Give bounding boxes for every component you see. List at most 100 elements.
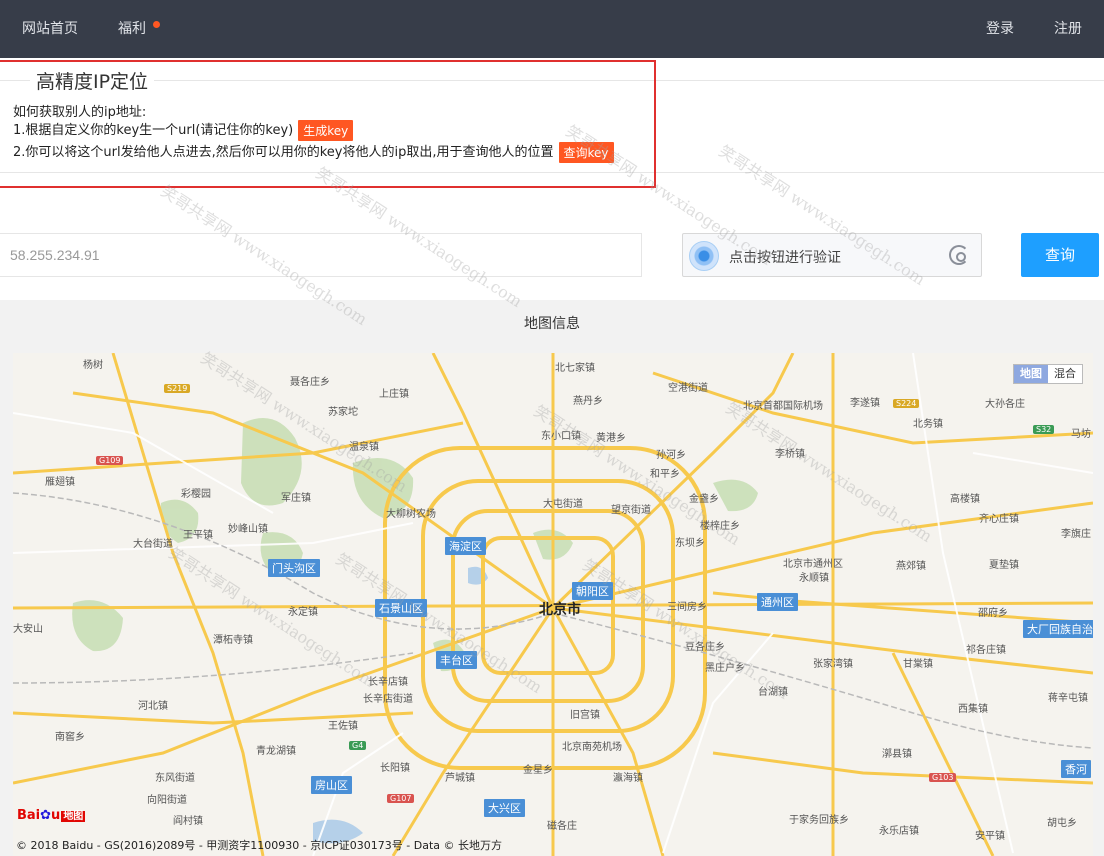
place-label: 夏垫镇 — [989, 560, 1019, 571]
place-label: 王佐镇 — [328, 721, 358, 732]
place-label: 瀛海镇 — [613, 773, 643, 784]
notification-dot — [153, 21, 160, 28]
place-label: 望京街道 — [611, 505, 651, 516]
highway-shield: G109 — [96, 456, 124, 465]
nav-login-link[interactable]: 登录 — [986, 0, 1014, 58]
place-label: 永顺镇 — [799, 573, 829, 584]
ip-input[interactable] — [0, 233, 642, 277]
place-label: 马坊 — [1071, 429, 1091, 440]
highway-shield: G103 — [929, 773, 957, 782]
place-label: 南窖乡 — [55, 732, 85, 743]
place-label: 大屯街道 — [543, 499, 583, 510]
place-label: 齐心庄镇 — [979, 514, 1019, 525]
place-label: 于家务回族乡 — [789, 815, 849, 826]
place-label: 高楼镇 — [950, 494, 980, 505]
place-label: 杨树 — [83, 360, 103, 371]
highway-shield: S224 — [893, 399, 920, 408]
nav-home-link[interactable]: 网站首页 — [22, 0, 78, 58]
top-nav-bar: 网站首页 福利 登录 注册 — [0, 0, 1104, 58]
map-title: 地图信息 — [524, 316, 580, 332]
place-label: 台湖镇 — [758, 687, 788, 698]
place-label: 北京南苑机场 — [562, 742, 622, 753]
place-label: 西集镇 — [958, 704, 988, 715]
place-label: 甘棠镇 — [903, 659, 933, 670]
district-label: 大兴区 — [484, 799, 525, 817]
step-2-text: 2.你可以将这个url发给他人点进去,然后你可以用你的key将他人的ip取出,用… — [13, 145, 554, 160]
place-label: 大柳树农场 — [386, 509, 436, 520]
place-label: 孙河乡 — [656, 450, 686, 461]
place-label: 向阳街道 — [147, 795, 187, 806]
place-label: 和平乡 — [650, 469, 680, 480]
place-label: 燕郊镇 — [896, 561, 926, 572]
place-label: 长辛店街道 — [363, 694, 413, 705]
place-label: 东小口镇 — [541, 431, 581, 442]
place-label: 黄港乡 — [596, 433, 626, 444]
place-label: 胡屯乡 — [1047, 818, 1077, 829]
place-label: 长辛店镇 — [368, 677, 408, 688]
place-label: 楼梓庄乡 — [700, 521, 740, 532]
place-label: 潭柘寺镇 — [213, 635, 253, 646]
place-label: 燕丹乡 — [573, 396, 603, 407]
nav-welfare-link[interactable]: 福利 — [118, 0, 146, 58]
place-label: 温泉镇 — [349, 442, 379, 453]
place-label: 苏家坨 — [328, 407, 358, 418]
place-label: 永乐店镇 — [879, 826, 919, 837]
nav-register-link[interactable]: 注册 — [1054, 0, 1082, 58]
center-city-label: 北京市 — [539, 602, 581, 618]
place-label: 大安山 — [13, 624, 43, 635]
place-label: 黑庄户乡 — [705, 663, 745, 674]
page-title: 高精度IP定位 — [30, 67, 155, 94]
place-label: 蒋辛屯镇 — [1048, 693, 1088, 704]
query-key-button[interactable]: 查询key — [558, 142, 614, 163]
place-label: 大台街道 — [133, 539, 173, 550]
place-label: 李桥镇 — [775, 449, 805, 460]
district-label: 海淀区 — [445, 537, 486, 555]
place-label: 李遂镇 — [850, 398, 880, 409]
place-label: 雁翅镇 — [45, 477, 75, 488]
intro-question: 如何获取别人的ip地址: — [13, 105, 147, 120]
map-copyright: © 2018 Baidu - GS(2016)2089号 - 甲测资字11009… — [16, 839, 503, 852]
place-label: 北务镇 — [913, 419, 943, 430]
place-label: 安平镇 — [975, 831, 1005, 842]
district-label: 朝阳区 — [572, 582, 613, 600]
place-label: 北京首都国际机场 — [743, 401, 823, 412]
highway-shield: G107 — [387, 794, 415, 803]
district-label: 大厂回族自治 — [1023, 620, 1093, 638]
map-type-switch[interactable]: 地图 混合 — [1013, 364, 1083, 384]
place-label: 长阳镇 — [380, 763, 410, 774]
place-label: 金盏乡 — [689, 494, 719, 505]
generate-key-button[interactable]: 生成key — [298, 120, 354, 141]
place-label: 东风街道 — [155, 773, 195, 784]
step-1-text: 1.根据自定义你的key生一个url(请记住你的key) — [13, 123, 294, 138]
captcha-prompt: 点击按钮进行验证 — [729, 250, 841, 266]
place-label: 三间房乡 — [667, 602, 707, 613]
place-label: 空港街道 — [668, 383, 708, 394]
refresh-icon[interactable] — [949, 245, 969, 265]
place-label: 上庄镇 — [379, 389, 409, 400]
place-label: 芦城镇 — [445, 773, 475, 784]
place-label: 河北镇 — [138, 701, 168, 712]
map-type-map[interactable]: 地图 — [1014, 365, 1048, 383]
highway-shield: G4 — [349, 741, 367, 750]
district-label: 门头沟区 — [268, 559, 320, 577]
place-label: 北七家镇 — [555, 363, 595, 374]
place-label: 王平镇 — [183, 530, 213, 541]
place-label: 金星乡 — [523, 765, 553, 776]
highway-shield: S219 — [164, 384, 191, 393]
district-label: 房山区 — [311, 776, 352, 794]
place-label: 妙峰山镇 — [228, 524, 268, 535]
map-type-hybrid[interactable]: 混合 — [1048, 365, 1082, 383]
highway-shield: S32 — [1033, 425, 1055, 434]
place-label: 张家湾镇 — [813, 659, 853, 670]
district-label: 石景山区 — [375, 599, 427, 617]
place-label: 李旗庄 — [1061, 529, 1091, 540]
place-label: 漷县镇 — [882, 749, 912, 760]
map-canvas[interactable]: 地图 混合 北京市 海淀区 门头沟区 石景山区 朝阳区 丰台区 通州区 房山区 … — [13, 353, 1093, 856]
captcha-verify-box[interactable]: 点击按钮进行验证 — [682, 233, 982, 277]
place-label: 旧宫镇 — [570, 710, 600, 721]
district-label: 香河 — [1061, 760, 1091, 778]
district-label: 丰台区 — [436, 651, 477, 669]
place-label: 磁各庄 — [547, 821, 577, 832]
search-button[interactable]: 查询 — [1021, 233, 1099, 277]
radar-icon — [689, 241, 719, 271]
